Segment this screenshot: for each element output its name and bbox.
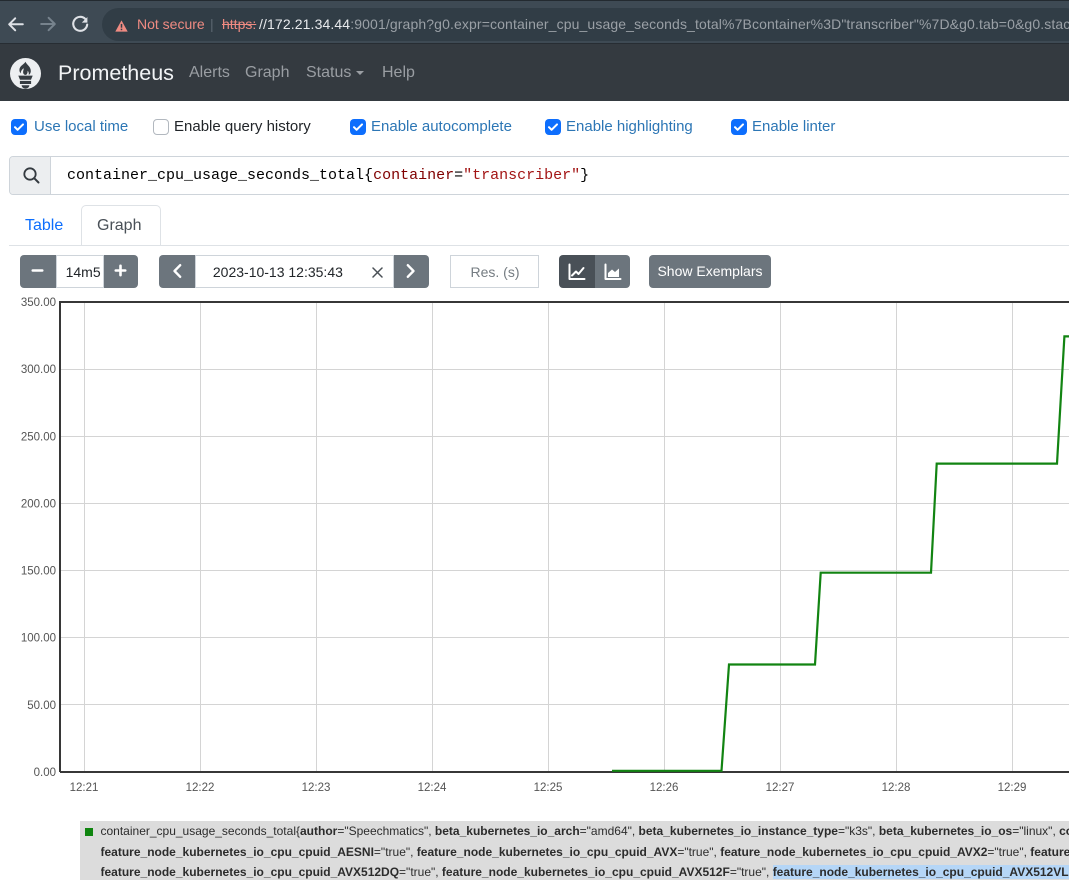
svg-text:100.00: 100.00 bbox=[21, 633, 56, 645]
svg-text:12:29: 12:29 bbox=[998, 782, 1027, 794]
svg-text:12:28: 12:28 bbox=[882, 782, 911, 794]
svg-text:12:22: 12:22 bbox=[186, 782, 215, 794]
svg-text:12:24: 12:24 bbox=[418, 782, 447, 794]
svg-text:200.00: 200.00 bbox=[21, 498, 56, 510]
svg-text:0.00: 0.00 bbox=[34, 767, 56, 779]
svg-text:350.00: 350.00 bbox=[21, 297, 56, 309]
svg-text:12:21: 12:21 bbox=[70, 782, 99, 794]
svg-text:12:27: 12:27 bbox=[766, 782, 795, 794]
svg-text:12:25: 12:25 bbox=[534, 782, 563, 794]
svg-text:12:23: 12:23 bbox=[302, 782, 331, 794]
svg-text:300.00: 300.00 bbox=[21, 364, 56, 376]
svg-text:50.00: 50.00 bbox=[27, 700, 56, 712]
svg-text:250.00: 250.00 bbox=[21, 431, 56, 443]
svg-text:12:26: 12:26 bbox=[650, 782, 679, 794]
svg-text:150.00: 150.00 bbox=[21, 566, 56, 578]
